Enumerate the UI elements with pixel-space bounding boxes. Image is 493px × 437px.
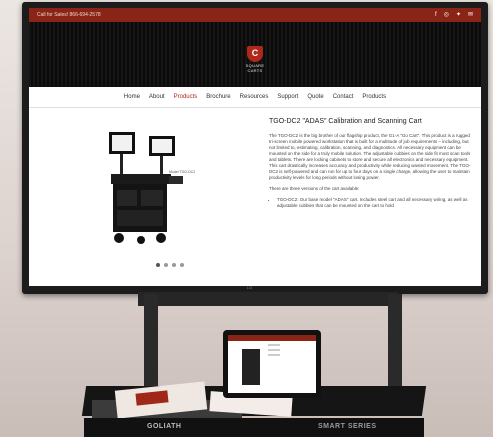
tablet-text-line: [268, 349, 280, 351]
stand-crossbar: [138, 292, 398, 306]
logo-text: SQUARE CARTS: [245, 63, 265, 73]
versions-list: TGO-DC2: Our base model "ADAS" cart. Inc…: [269, 197, 474, 209]
photo-scene: Call for Sales! 866-694-2578 f ◎ ✦ ✉ C S…: [0, 0, 493, 437]
nav-item-resources: Resources: [239, 94, 269, 100]
nav-item-about: About: [148, 94, 165, 100]
website-hero-banner: C SQUARE CARTS: [29, 22, 481, 87]
article-paragraph: There are three versions of the cart ava…: [269, 186, 360, 191]
nav-item-products-2: Products: [362, 94, 387, 100]
carousel-dot: [172, 263, 176, 267]
sales-phone: Call for Sales! 866-694-2578: [37, 12, 101, 18]
version-item: TGO-DC2: Our base model "ADAS" cart. Inc…: [277, 197, 474, 209]
website-topbar: Call for Sales! 866-694-2578 f ◎ ✦ ✉: [29, 8, 481, 22]
carousel-dot: [156, 263, 160, 267]
tablet-topbar: [228, 335, 316, 341]
stand-series-label: SMART SERIES: [318, 423, 377, 430]
nav-item-home: Home: [123, 94, 140, 100]
tablet-text-line: [268, 354, 280, 356]
carousel-dots: [156, 263, 184, 267]
display-monitor: Call for Sales! 866-694-2578 f ◎ ✦ ✉ C S…: [22, 2, 488, 294]
nav-item-support: Support: [277, 94, 299, 100]
tablet-device: [223, 330, 321, 398]
article-title: TGO-DC2 "ADAS" Calibration and Scanning …: [269, 118, 422, 125]
email-icon: ✉: [467, 12, 473, 18]
monitor-brand-logo: LG: [247, 285, 253, 290]
product-article: TGO-DC2 "ADAS" Calibration and Scanning …: [269, 118, 474, 209]
tablet-text-line: [268, 344, 280, 346]
twitter-icon: ✦: [455, 12, 461, 18]
facebook-icon: f: [435, 12, 437, 18]
nav-item-contact: Contact: [332, 94, 354, 100]
carousel-dot: [164, 263, 168, 267]
stand-brand-label: GOLIATH: [147, 423, 182, 430]
cart-product-image: [109, 132, 183, 244]
monitor-screen: Call for Sales! 866-694-2578 f ◎ ✦ ✉ C S…: [29, 8, 481, 286]
website-nav: Home About Products Brochure Resources S…: [29, 87, 481, 108]
article-paragraph: The TGO-DC2 is the big brother of our fl…: [269, 133, 471, 180]
tablet-cart-image: [242, 349, 260, 385]
social-icons: f ◎ ✦ ✉: [435, 12, 473, 18]
carousel-dot: [180, 263, 184, 267]
tablet-screen: [228, 335, 316, 393]
nav-item-brochure: Brochure: [206, 94, 231, 100]
product-model-label: Model TGO-DC2: [169, 170, 196, 174]
instagram-icon: ◎: [443, 12, 449, 18]
logo-shield-icon: C: [247, 46, 263, 62]
nav-item-quote: Quote: [307, 94, 324, 100]
site-logo: C SQUARE CARTS: [242, 46, 268, 74]
website-content: Model TGO-DC2 TGO-DC2 "ADAS" Calibration…: [29, 108, 481, 286]
nav-item-products: Products: [173, 94, 198, 100]
